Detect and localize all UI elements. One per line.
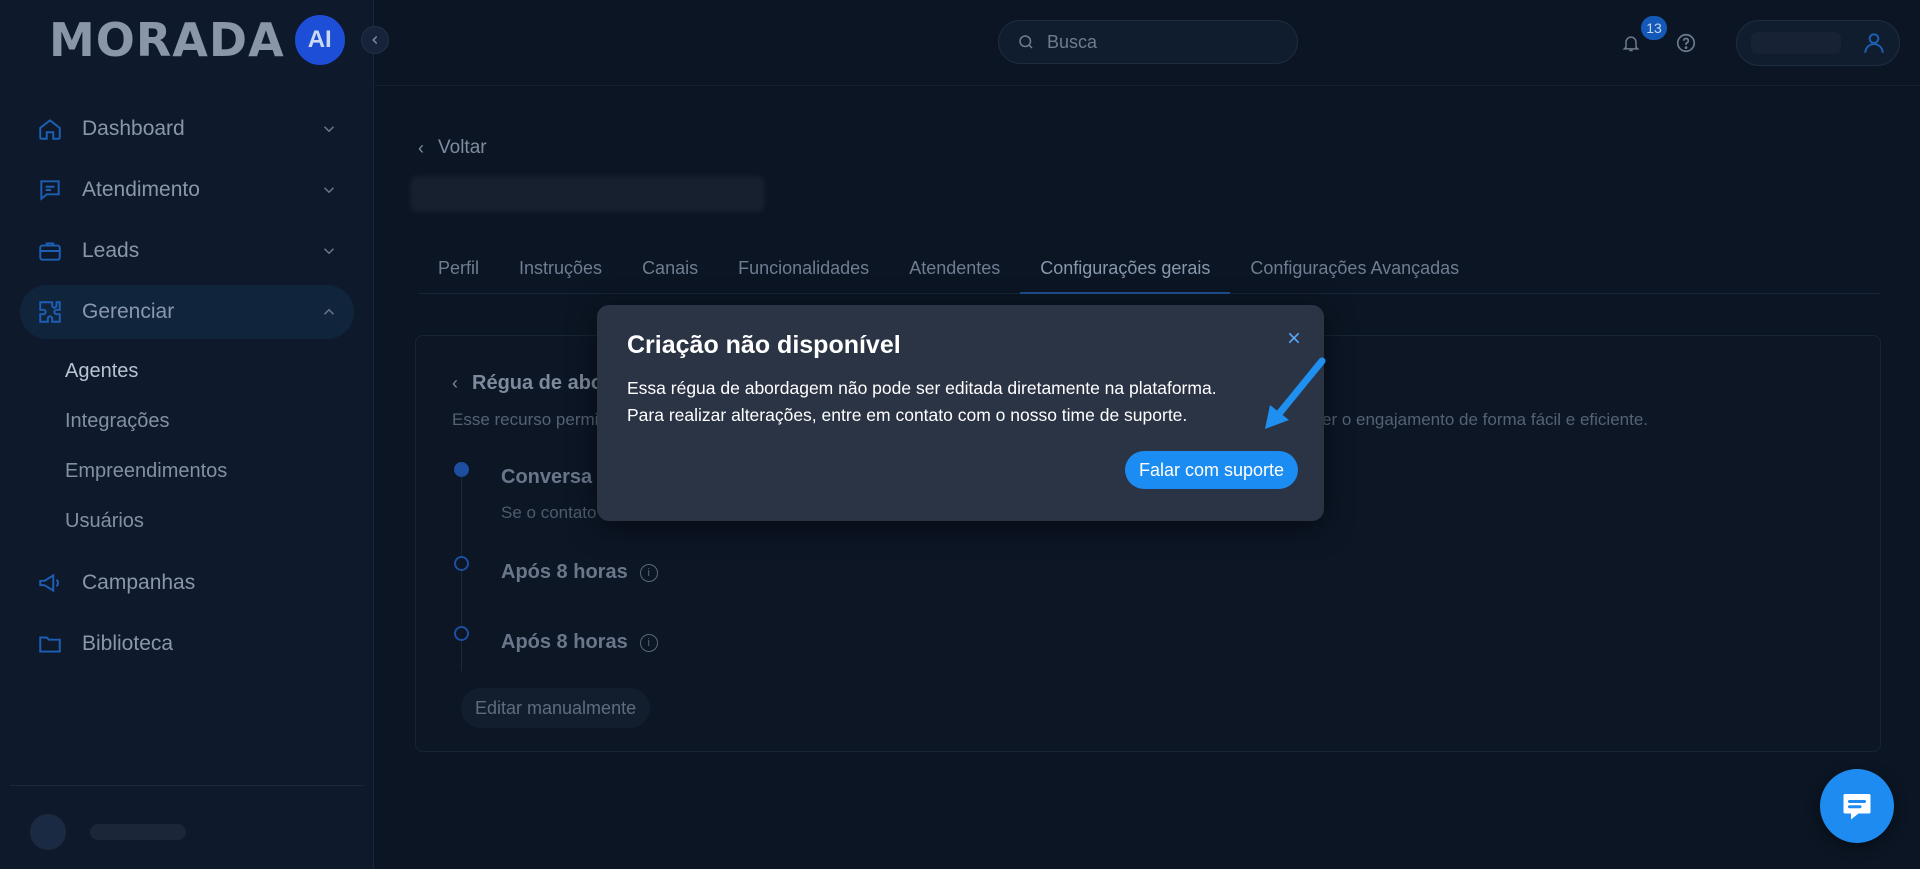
user-name-placeholder [90, 824, 186, 840]
sidebar-item-label: Leads [82, 239, 140, 262]
chevron-left-icon: ‹ [452, 373, 458, 393]
folder-icon [36, 630, 64, 658]
sidebar-subitem-usuarios[interactable]: Usuários [65, 496, 354, 546]
timeline-step-label: Após 8 horas [501, 561, 628, 583]
timeline-dot [454, 556, 469, 571]
search-icon [1019, 35, 1033, 49]
sidebar-item-label: Biblioteca [82, 632, 174, 655]
avatar[interactable] [30, 814, 66, 850]
edit-manually-button[interactable]: Editar manualmente [461, 688, 651, 728]
modal-title: Criação não disponível [627, 331, 901, 359]
sidebar-subnav: Agentes Integrações Empreendimentos Usuá… [20, 346, 354, 546]
timeline-dot [454, 462, 469, 477]
timeline-step-subtext: Se o contato [501, 503, 597, 522]
sidebar-item-label: Campanhas [82, 571, 196, 594]
sidebar-item-biblioteca[interactable]: Biblioteca [20, 617, 354, 671]
sidebar-item-dashboard[interactable]: Dashboard [20, 102, 354, 156]
sidebar-item-label: Dashboard [82, 117, 185, 140]
timeline-step: Após 8 horas i [501, 631, 658, 654]
info-icon[interactable]: i [639, 563, 658, 582]
sidebar-collapse-button[interactable] [361, 26, 389, 54]
contact-support-button[interactable]: Falar com suporte [1125, 451, 1299, 489]
card-title-text: Régua de abo [472, 372, 604, 394]
user-avatar-icon [1859, 28, 1889, 58]
puzzle-icon [36, 298, 64, 326]
tab-funcionalidades[interactable]: Funcionalidades [718, 250, 889, 294]
close-button[interactable] [1283, 327, 1305, 349]
back-link[interactable]: ‹ Voltar [418, 137, 487, 159]
logo-text: MORADA [49, 13, 285, 67]
tab-instrucoes[interactable]: Instruções [499, 250, 622, 294]
sidebar-item-label: Gerenciar [82, 300, 175, 323]
help-button[interactable] [1669, 26, 1703, 60]
tab-atendentes[interactable]: Atendentes [889, 250, 1020, 294]
modal-body: Essa régua de abordagem não pode ser edi… [627, 378, 1217, 425]
sidebar-item-label: Atendimento [82, 178, 200, 201]
sidebar-item-gerenciar[interactable]: Gerenciar [20, 285, 354, 339]
tab-bar: Perfil Instruções Canais Funcionalidades… [418, 250, 1880, 294]
megaphone-icon [36, 569, 64, 597]
tab-perfil[interactable]: Perfil [418, 250, 499, 294]
card-title[interactable]: ‹ Régua de abo [452, 372, 603, 395]
tab-canais[interactable]: Canais [622, 250, 718, 294]
tab-configuracoes-gerais[interactable]: Configurações gerais [1020, 250, 1231, 294]
annotation-arrow [1265, 357, 1326, 429]
chat-support-button[interactable] [1820, 769, 1894, 843]
logo[interactable]: MORADA AI [49, 13, 345, 67]
chevron-up-icon [323, 308, 335, 315]
logo-ai-badge: AI [294, 15, 345, 65]
sidebar: MORADA AI Dashboard Atendimento Leads Ge… [0, 0, 374, 869]
chevron-down-icon [323, 187, 335, 194]
tab-configuracoes-avancadas[interactable]: Configurações Avançadas [1230, 250, 1479, 294]
sidebar-subitem-empreendimentos[interactable]: Empreendimentos [65, 446, 354, 496]
user-name-placeholder [1751, 32, 1841, 54]
timeline-step: Após 8 horas i [501, 561, 658, 584]
timeline-dot [454, 626, 469, 641]
home-icon [36, 115, 64, 143]
sidebar-item-leads[interactable]: Leads [20, 224, 354, 278]
chevron-down-icon [323, 126, 335, 133]
card-description-left: Esse recurso permi [452, 410, 599, 429]
page-title-placeholder [410, 176, 765, 212]
info-icon[interactable]: i [639, 633, 658, 652]
back-label: Voltar [438, 137, 487, 158]
sidebar-footer [10, 785, 364, 869]
search-box[interactable] [998, 20, 1298, 64]
unavailable-modal: Criação não disponível Essa régua de abo… [597, 305, 1324, 521]
timeline-step-label: Conversa i [501, 466, 604, 488]
bell-icon [1622, 36, 1640, 52]
notification-count-badge: 13 [1641, 16, 1667, 40]
chat-icon [36, 176, 64, 204]
sidebar-item-campanhas[interactable]: Campanhas [20, 556, 354, 610]
topbar: 13 [375, 0, 1920, 86]
card-description-right: er o engajamento de forma fácil e eficie… [1322, 410, 1649, 429]
chevron-left-icon: ‹ [418, 137, 424, 158]
chat-bubble-icon [1843, 794, 1871, 820]
sidebar-nav: Dashboard Atendimento Leads Gerenciar Ag… [20, 102, 354, 678]
briefcase-icon [36, 237, 64, 265]
close-icon [1288, 332, 1300, 344]
sidebar-item-atendimento[interactable]: Atendimento [20, 163, 354, 217]
sidebar-subitem-integracoes[interactable]: Integrações [65, 396, 354, 446]
chevron-down-icon [323, 248, 335, 255]
sidebar-subitem-agentes[interactable]: Agentes [65, 346, 354, 396]
chevron-left-icon [372, 35, 378, 45]
help-icon [1676, 33, 1696, 53]
timeline-step-label: Após 8 horas [501, 631, 628, 653]
search-input[interactable] [1047, 31, 1267, 53]
user-menu[interactable] [1736, 20, 1900, 66]
